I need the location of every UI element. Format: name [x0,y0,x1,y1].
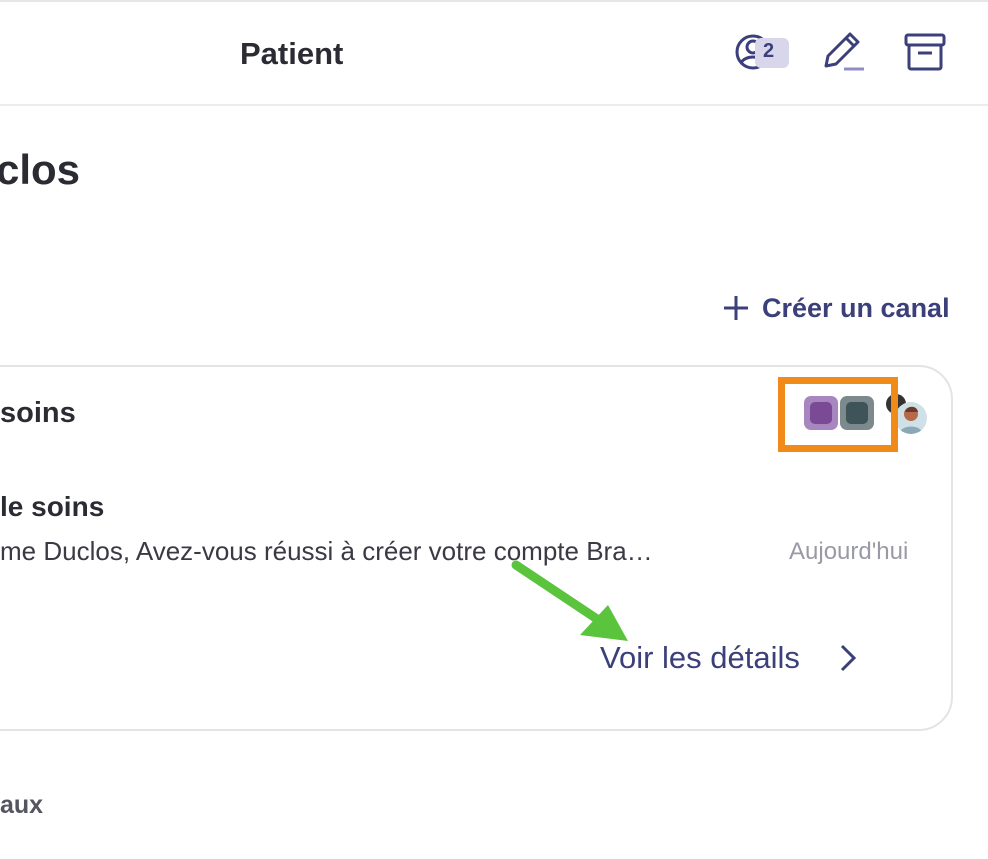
create-channel-label: Créer un canal [762,292,950,323]
member-avatar-photo [895,402,927,434]
members-count-badge: 2 [763,40,775,62]
view-details-link[interactable]: Voir les détails [600,640,858,676]
header-title: Patient [240,36,344,71]
channel-name[interactable]: le soins [0,491,104,523]
section-heading: aux [0,791,44,819]
page-title: clos [0,146,81,193]
plus-icon [724,296,748,320]
members-icon [735,34,789,70]
chevron-right-icon [840,644,857,672]
message-timestamp: Aujourd'hui [789,538,909,565]
view-details-label: Voir les détails [600,640,800,675]
highlight-box [778,377,898,452]
pencil-icon [824,32,864,71]
card-title: soins [0,397,76,429]
members-button[interactable]: 2 [733,30,791,74]
edit-button[interactable] [820,30,868,74]
create-channel-button[interactable]: Créer un canal [722,288,950,328]
archive-button[interactable] [902,31,948,73]
archive-icon [904,33,946,71]
